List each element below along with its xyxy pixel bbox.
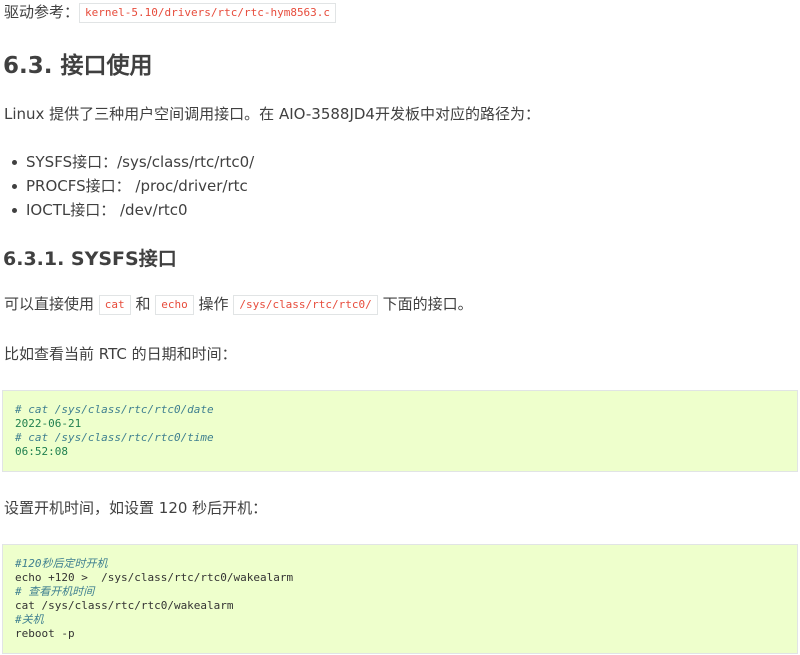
- usage-and: 和: [135, 295, 151, 313]
- echo-command: echo: [155, 294, 194, 315]
- example1-paragraph: 比如查看当前 RTC 的日期和时间：: [4, 345, 237, 363]
- code-line: reboot -p: [15, 627, 75, 640]
- example2-paragraph: 设置开机时间，如设置 120 秒后开机：: [4, 499, 268, 517]
- list-item: IOCTL接口： /dev/rtc0: [2, 198, 254, 222]
- code-line: 06:52:08: [15, 445, 68, 458]
- code-line: #120秒后定时开机: [15, 557, 108, 570]
- code-line: #关机: [15, 613, 44, 626]
- driver-source-path: kernel-5.10/drivers/rtc/rtc-hym8563.c: [79, 2, 337, 23]
- code-block-wakealarm: #120秒后定时开机 echo +120 > /sys/class/rtc/rt…: [2, 544, 798, 654]
- usage-prefix: 可以直接使用: [4, 295, 95, 313]
- subsection-title: 6.3.1. SYSFS接口: [3, 248, 177, 270]
- sysfs-path: /sys/class/rtc/rtc0/: [233, 294, 378, 315]
- section-title: 6.3. 接口使用: [3, 53, 153, 79]
- code-line: # cat /sys/class/rtc/rtc0/date: [15, 403, 214, 416]
- driver-reference: 驱动参考： kernel-5.10/drivers/rtc/rtc-hym8563…: [4, 2, 337, 23]
- usage-paragraph: 可以直接使用 cat 和 echo 操作 /sys/class/rtc/rtc0…: [4, 294, 473, 315]
- list-item: PROCFS接口： /proc/driver/rtc: [2, 174, 254, 198]
- code-line: # cat /sys/class/rtc/rtc0/time: [15, 431, 214, 444]
- code-line: # 查看开机时间: [15, 585, 95, 598]
- intro-paragraph: Linux 提供了三种用户空间调用接口。在 AIO-3588JD4开发板中对应的…: [4, 105, 540, 123]
- cat-command: cat: [98, 294, 131, 315]
- code-line: echo +120 > /sys/class/rtc/rtc0/wakealar…: [15, 571, 294, 584]
- list-item: SYSFS接口：/sys/class/rtc/rtc0/: [2, 150, 254, 174]
- code-line: cat /sys/class/rtc/rtc0/wakealarm: [15, 599, 234, 612]
- code-block-date-time: # cat /sys/class/rtc/rtc0/date 2022-06-2…: [2, 390, 798, 472]
- usage-suffix: 下面的接口。: [382, 295, 473, 313]
- interface-list: SYSFS接口：/sys/class/rtc/rtc0/ PROCFS接口： /…: [2, 150, 254, 222]
- driver-reference-label: 驱动参考：: [4, 3, 80, 21]
- code-line: 2022-06-21: [15, 417, 82, 430]
- usage-op: 操作: [198, 295, 229, 313]
